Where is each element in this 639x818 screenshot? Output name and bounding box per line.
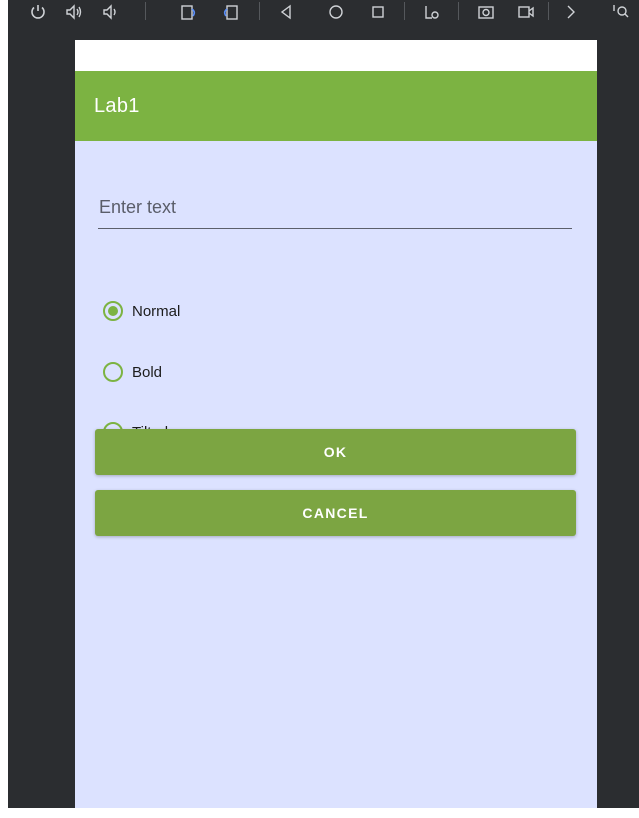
ok-button[interactable]: OK — [95, 429, 576, 475]
back-icon[interactable] — [276, 2, 296, 22]
toolbar-separator — [145, 2, 146, 20]
text-input[interactable] — [98, 193, 572, 229]
overview-icon[interactable] — [368, 2, 388, 22]
radio-unselected-icon — [103, 362, 123, 382]
settings-icon[interactable] — [422, 2, 442, 22]
rotate-right-icon[interactable] — [220, 2, 240, 22]
radio-label: Bold — [132, 363, 163, 381]
more-icon[interactable] — [561, 2, 581, 22]
radio-dot — [108, 306, 118, 316]
radio-option-normal[interactable]: Normal — [103, 297, 180, 325]
toolbar-separator — [458, 2, 459, 20]
cancel-button[interactable]: CANCEL — [95, 490, 576, 536]
radio-selected-icon — [103, 301, 123, 321]
screen-record-icon[interactable] — [516, 2, 536, 22]
volume-up-icon[interactable] — [64, 2, 84, 22]
home-icon[interactable] — [326, 2, 346, 22]
radio-option-bold[interactable]: Bold — [103, 358, 162, 386]
rotate-left-icon[interactable] — [178, 2, 198, 22]
zoom-icon[interactable] — [611, 2, 631, 22]
status-bar — [75, 40, 597, 71]
app-title: Lab1 — [94, 94, 140, 117]
toolbar-separator — [404, 2, 405, 20]
window-edge — [0, 0, 8, 808]
toolbar-separator — [548, 2, 549, 20]
toolbar-separator — [259, 2, 260, 20]
app-bar: Lab1 — [75, 71, 597, 141]
screenshot-icon[interactable] — [476, 2, 496, 22]
device-screen: Lab1 Normal Bold Tilted OK CANCEL — [75, 40, 597, 808]
radio-label: Normal — [132, 302, 181, 320]
emulator-toolbar — [8, 0, 639, 32]
power-icon[interactable] — [28, 2, 48, 22]
volume-down-icon[interactable] — [101, 2, 121, 22]
